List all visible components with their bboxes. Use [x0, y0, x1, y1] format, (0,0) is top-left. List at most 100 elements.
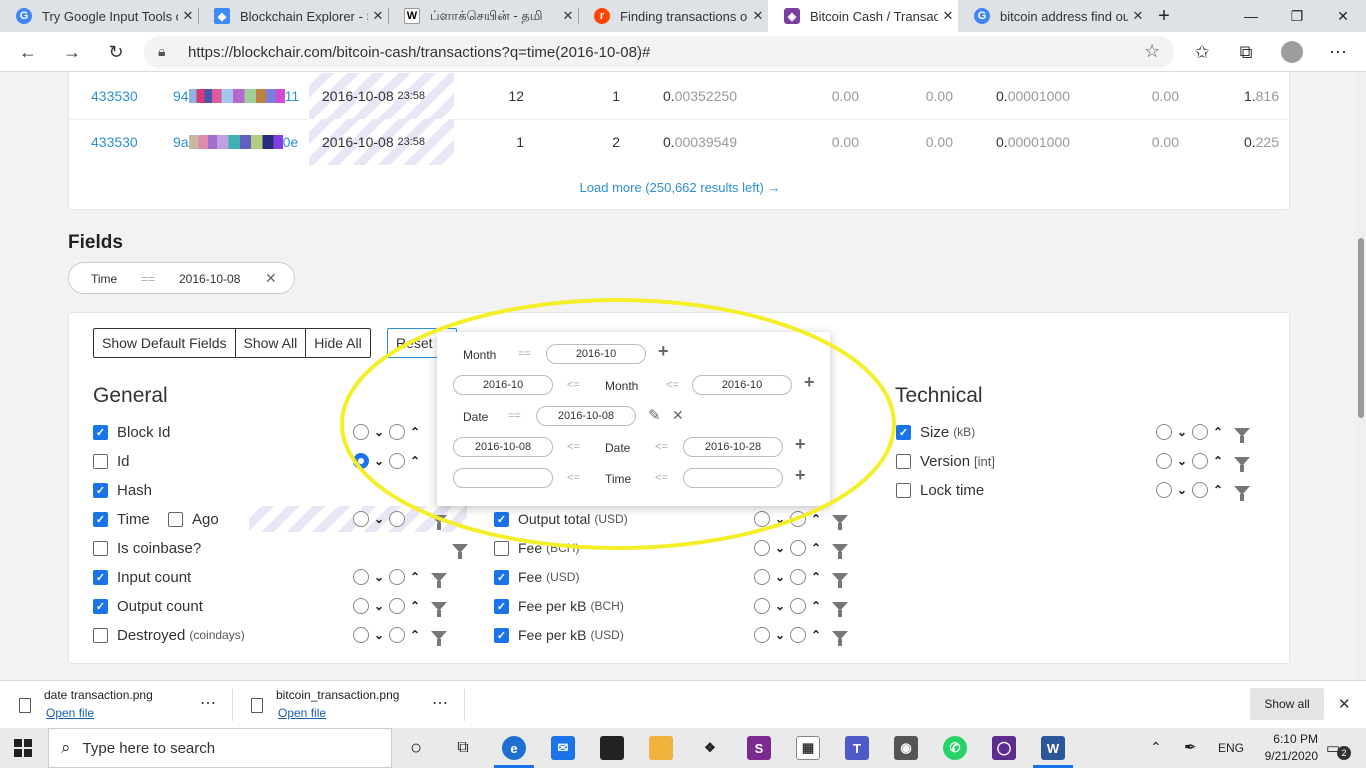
chevron-down-icon[interactable]: ⌄	[1175, 425, 1189, 439]
taskbar-search-box[interactable]: ⌕ Type here to search	[48, 728, 392, 768]
field-input-count[interactable]: ✓ Input count	[93, 566, 191, 588]
filter-icon[interactable]	[431, 630, 447, 646]
chevron-up-icon[interactable]: ⌃	[1211, 483, 1225, 497]
field-fee-per-kb-usd[interactable]: ✓ Fee per kB (USD)	[494, 624, 624, 646]
filter-icon[interactable]	[1234, 456, 1250, 472]
filter-icon[interactable]	[1234, 485, 1250, 501]
profile-avatar[interactable]	[1278, 38, 1306, 66]
show-default-fields-button[interactable]: Show Default Fields	[94, 329, 236, 357]
filter-icon[interactable]	[1234, 427, 1250, 443]
sort-asc-radio[interactable]	[1192, 453, 1208, 469]
field-fee-per-kb-bch[interactable]: ✓ Fee per kB (BCH)	[494, 595, 624, 617]
checkbox-unchecked[interactable]	[896, 482, 911, 498]
checkbox-unchecked[interactable]	[896, 453, 911, 469]
open-file-link[interactable]: Open file	[46, 706, 94, 720]
mail-icon[interactable]: ✉	[551, 736, 575, 760]
page-scrollbar[interactable]	[1356, 72, 1366, 680]
close-tab-icon[interactable]: ✕	[368, 8, 388, 24]
close-tab-icon[interactable]: ✕	[938, 8, 958, 24]
checkbox-checked[interactable]: ✓	[494, 598, 509, 614]
clock-date[interactable]: 9/21/2020	[1254, 749, 1318, 763]
sort-asc-radio[interactable]	[790, 569, 806, 585]
checkbox-checked[interactable]: ✓	[93, 511, 108, 527]
hash-link[interactable]: 94 11	[173, 73, 299, 119]
sort-desc-radio[interactable]	[1156, 453, 1172, 469]
tab-blockchain-explorer[interactable]: ◆ Blockchain Explorer - Se ✕	[198, 0, 388, 32]
chevron-up-icon[interactable]: ⌃	[809, 599, 823, 613]
sort-desc-radio[interactable]	[353, 598, 369, 614]
sort-asc-radio[interactable]	[389, 598, 405, 614]
chevron-down-icon[interactable]: ⌄	[372, 599, 386, 613]
download-item[interactable]: date transaction.png Open file ⋯	[0, 681, 232, 729]
filter-icon[interactable]	[832, 601, 848, 617]
field-output-count[interactable]: ✓ Output count	[93, 595, 203, 617]
minimize-icon[interactable]: —	[1228, 0, 1274, 32]
field-destroyed[interactable]: Destroyed (coindays)	[93, 624, 245, 646]
checkbox-checked[interactable]: ✓	[494, 569, 509, 585]
refresh-icon[interactable]: ↻	[102, 38, 130, 66]
sort-desc-radio[interactable]	[754, 627, 770, 643]
close-tab-icon[interactable]: ✕	[1128, 8, 1148, 24]
more-icon[interactable]: ⋯	[1324, 38, 1352, 66]
checkbox-unchecked[interactable]	[93, 453, 108, 469]
sort-asc-radio[interactable]	[1192, 482, 1208, 498]
chevron-down-icon[interactable]: ⌄	[372, 570, 386, 584]
scrollbar-thumb[interactable]	[1358, 238, 1364, 418]
chevron-down-icon[interactable]: ⌄	[773, 599, 787, 613]
whatsapp-icon[interactable]: ✆	[943, 736, 967, 760]
field-block-id[interactable]: ✓ Block Id	[93, 421, 170, 443]
filter-icon[interactable]	[431, 601, 447, 617]
teams-icon[interactable]: T	[845, 736, 869, 760]
checkbox-checked[interactable]: ✓	[93, 424, 108, 440]
field-is-coinbase[interactable]: Is coinbase?	[93, 537, 201, 559]
sort-asc-radio[interactable]	[790, 627, 806, 643]
windows-start-icon[interactable]	[14, 739, 32, 757]
edge-icon[interactable]: e	[502, 736, 526, 760]
field-version[interactable]: Version [int]	[896, 450, 995, 472]
star-icon[interactable]: ☆	[1144, 41, 1160, 62]
chevron-up-icon[interactable]: ⌃	[809, 570, 823, 584]
remove-filter-icon[interactable]: ✕	[265, 270, 277, 287]
show-all-downloads-button[interactable]: Show all	[1250, 688, 1324, 720]
close-downloads-icon[interactable]: ✕	[1338, 695, 1351, 713]
field-id[interactable]: Id	[93, 450, 130, 472]
new-tab-icon[interactable]: +	[1148, 0, 1180, 32]
chevron-up-icon[interactable]: ⌃	[809, 628, 823, 642]
chevron-up-icon[interactable]: ⌃	[408, 628, 422, 642]
sort-asc-radio[interactable]	[389, 627, 405, 643]
sort-asc-radio[interactable]	[790, 598, 806, 614]
chevron-up-icon[interactable]: ⌃	[408, 570, 422, 584]
sort-desc-radio[interactable]	[754, 598, 770, 614]
field-hash[interactable]: ✓ Hash	[93, 479, 152, 501]
more-options-icon[interactable]: ⋯	[200, 693, 216, 713]
favorites-icon[interactable]: ✩	[1188, 38, 1216, 66]
hash-link[interactable]: 9a 0e	[173, 119, 298, 165]
cortana-icon[interactable]: ○	[404, 736, 428, 760]
chevron-up-icon[interactable]: ⌃	[1211, 425, 1225, 439]
url-field[interactable]: 🔒︎ https://blockchair.com/bitcoin-cash/t…	[144, 36, 1174, 68]
sort-asc-radio[interactable]	[1192, 424, 1208, 440]
tab-bitcoin-address[interactable]: G bitcoin address find out ✕	[958, 0, 1148, 32]
filter-icon[interactable]	[832, 630, 848, 646]
app-icon[interactable]: ◯	[992, 736, 1016, 760]
chevron-up-icon[interactable]: ⌃	[1150, 739, 1162, 756]
language-indicator[interactable]: ENG	[1218, 741, 1244, 755]
show-all-button[interactable]: Show All	[236, 329, 307, 357]
maximize-icon[interactable]: ❐	[1274, 0, 1320, 32]
chevron-down-icon[interactable]: ⌄	[1175, 454, 1189, 468]
chevron-up-icon[interactable]: ⌃	[408, 599, 422, 613]
field-lock-time[interactable]: Lock time	[896, 479, 984, 501]
load-more-link[interactable]: Load more (250,662 results left) →	[580, 180, 781, 195]
checkbox-checked[interactable]: ✓	[93, 482, 108, 498]
chevron-down-icon[interactable]: ⌄	[372, 628, 386, 642]
word-icon[interactable]: W	[1041, 736, 1065, 760]
checkbox-unchecked[interactable]	[93, 540, 108, 556]
collections-icon[interactable]: ⧉	[1232, 38, 1260, 66]
filter-icon[interactable]	[832, 572, 848, 588]
pen-icon[interactable]: ✒	[1184, 738, 1197, 756]
download-item[interactable]: bitcoin_transaction.png Open file ⋯	[232, 681, 464, 729]
clock-time[interactable]: 6:10 PM	[1268, 732, 1318, 746]
chevron-down-icon[interactable]: ⌄	[1175, 483, 1189, 497]
sort-desc-radio[interactable]	[353, 569, 369, 585]
sort-desc-radio[interactable]	[754, 569, 770, 585]
